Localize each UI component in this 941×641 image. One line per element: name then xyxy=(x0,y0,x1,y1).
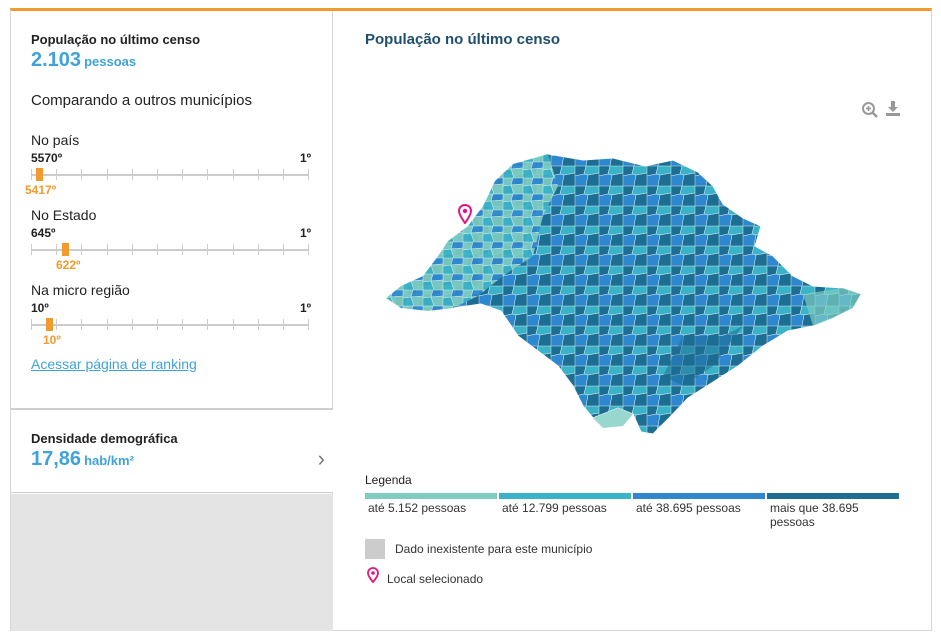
ranking-microregion: Na micro região 10º 1º 10º xyxy=(31,282,311,347)
density-title: Densidade demográfica xyxy=(31,431,178,446)
ranking-marker-label: 5417º xyxy=(25,183,57,197)
ranking-country: No país 5570º 1º 5417º xyxy=(25,132,311,197)
population-number: 2.103 xyxy=(31,49,82,71)
population-value: 2.103 pessoas xyxy=(31,49,136,72)
ranking-tick xyxy=(157,244,158,255)
location-marker-icon[interactable] xyxy=(458,204,472,224)
ranking-tick xyxy=(207,169,209,180)
ranking-tick xyxy=(182,319,184,330)
population-unit: pessoas xyxy=(84,54,137,69)
legend-swatch xyxy=(633,493,765,499)
ranking-tick xyxy=(31,169,32,180)
ranking-track xyxy=(31,324,309,326)
ranking-tick xyxy=(56,319,58,330)
ranking-label: Na micro região xyxy=(31,282,130,298)
ranking-tick xyxy=(131,319,133,330)
legend-item: mais que 38.695 pessoas xyxy=(767,493,899,529)
ranking-high: 1º xyxy=(299,151,311,165)
left-panel: População no último censo 2.103 pessoas C… xyxy=(11,11,333,631)
ranking-tick xyxy=(81,319,83,330)
legend-item: até 38.695 pessoas xyxy=(633,493,765,515)
ranking-low: 10º xyxy=(31,301,49,315)
ranking-tick xyxy=(283,319,284,330)
legend-label: até 38.695 pessoas xyxy=(636,501,741,515)
ranking-tick xyxy=(31,244,32,255)
ranking-marker xyxy=(36,168,43,181)
ranking-tick xyxy=(207,319,209,330)
ranking-tick xyxy=(283,169,284,180)
ranking-tick xyxy=(131,169,133,180)
ranking-tick xyxy=(207,244,209,255)
ranking-tick xyxy=(81,244,83,255)
ranking-marker xyxy=(46,318,53,331)
ranking-tick xyxy=(232,244,234,255)
ranking-tick xyxy=(131,244,133,255)
legend-swatch xyxy=(767,493,899,499)
ranking-marker xyxy=(62,243,69,256)
no-data-swatch xyxy=(365,539,385,559)
ranking-tick xyxy=(106,244,108,255)
zoom-in-icon[interactable] xyxy=(861,101,879,119)
ranking-tick xyxy=(283,244,284,255)
density-value: 17,86 hab/km² xyxy=(31,448,134,471)
legend-label: até 12.799 pessoas xyxy=(502,501,607,515)
ranking-tick xyxy=(257,169,259,180)
ranking-tick xyxy=(308,244,310,255)
ranking-low: 5570º xyxy=(31,151,63,165)
ranking-tick xyxy=(257,319,259,330)
panel-frame: População no último censo 2.103 pessoas C… xyxy=(10,8,932,631)
ranking-tick xyxy=(308,169,310,180)
map-title: População no último censo xyxy=(365,31,561,48)
legend-item: até 5.152 pessoas xyxy=(365,493,497,515)
ranking-label: No país xyxy=(31,132,80,148)
ranking-high: 1º xyxy=(299,301,311,315)
ranking-track xyxy=(31,174,309,176)
ranking-tick xyxy=(106,319,108,330)
legend-label: até 5.152 pessoas xyxy=(368,501,467,515)
chevron-right-icon[interactable]: › xyxy=(318,446,325,472)
ranking-state: No Estado 645º 1º 622º xyxy=(31,207,311,272)
density-card[interactable]: Densidade demográfica 17,86 hab/km² › xyxy=(11,408,333,493)
ranking-tick xyxy=(81,169,83,180)
ranking-tick xyxy=(31,319,32,330)
density-unit: hab/km² xyxy=(84,453,134,468)
legend-label: mais que 38.695 pessoas xyxy=(770,501,859,529)
ranking-tick xyxy=(157,319,158,330)
ranking-tick xyxy=(232,169,234,180)
ranking-marker-label: 10º xyxy=(43,333,61,347)
location-pin-icon xyxy=(367,567,379,583)
ranking-tick xyxy=(182,244,184,255)
ranking-marker-label: 622º xyxy=(56,258,81,272)
sao-paulo-map[interactable] xyxy=(383,146,883,446)
ranking-tick xyxy=(232,319,234,330)
ranking-tick xyxy=(157,169,158,180)
density-number: 17,86 xyxy=(31,448,82,470)
selected-location-label: Local selecionado xyxy=(387,572,484,586)
compare-heading: Comparando a outros municípios xyxy=(31,92,252,109)
ranking-tick xyxy=(182,169,184,180)
ranking-tick xyxy=(56,169,58,180)
no-data-label: Dado inexistente para este município xyxy=(395,542,593,556)
ranking-tick xyxy=(308,319,310,330)
empty-area xyxy=(11,494,333,631)
right-panel: População no último censo Legenda até 5.… xyxy=(333,11,931,631)
ranking-tick xyxy=(106,169,108,180)
legend-swatch xyxy=(499,493,631,499)
ranking-tick xyxy=(257,244,259,255)
download-icon[interactable] xyxy=(884,99,902,117)
ranking-label: No Estado xyxy=(31,207,97,223)
legend-swatch xyxy=(365,493,497,499)
legend-title: Legenda xyxy=(365,473,412,487)
ranking-high: 1º xyxy=(299,226,311,240)
population-title: População no último censo xyxy=(31,32,201,47)
ranking-low: 645º xyxy=(31,226,56,240)
ranking-page-link[interactable]: Acessar página de ranking xyxy=(31,356,197,372)
ranking-track xyxy=(31,249,309,251)
legend-item: até 12.799 pessoas xyxy=(499,493,631,515)
ranking-tick xyxy=(56,244,58,255)
